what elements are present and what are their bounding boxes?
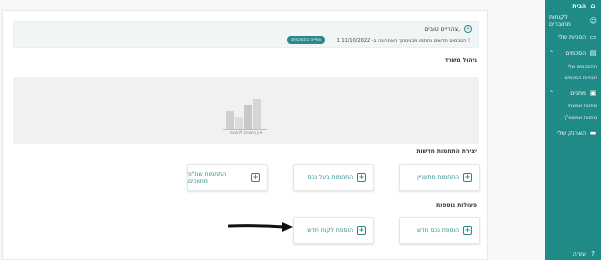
sidebar-subitem-label: ההסכמים שלי [567,64,597,70]
wallet-icon: ▬ [589,128,597,137]
view-agreements-button[interactable]: צפייה בהסכמים [287,36,325,44]
document-icon: ▤ [589,48,597,57]
inbox-icon: ▭ [589,32,597,41]
users-icon: ☺ [589,16,597,25]
sidebar-item-label: עזרה [572,250,586,258]
plus-icon: + [357,226,366,235]
sidebar-item-label: לקוחות מחוברים [549,14,571,28]
sidebar-item-label: הבית [572,2,586,10]
agreement-owner-button[interactable]: התחמות בעל נכס + [293,164,374,191]
sidebar-item-agreements[interactable]: ⌃ הסכמים ▤ [549,47,597,59]
plus-icon: + [357,173,366,182]
sidebar-item-wallet[interactable]: הארנק שלי ▬ [549,127,597,139]
plus-icon: + [463,173,472,182]
sidebar-subitem-label: מתנות שמשמ"ך [563,115,597,121]
button-label: התחמות מתעניין [417,174,459,181]
agreement-brokers-button[interactable]: התחמות שת"פ מתווכים + [187,164,268,191]
plus-icon: + [463,226,472,235]
add-client-button[interactable]: הוספת לקוח חדש + [293,217,374,244]
sidebar-subitem-templates[interactable]: תבניות הסכמים [549,73,597,83]
annotation-arrow-icon [228,222,293,232]
sidebar-item-label: הסכמים [565,49,586,57]
button-label: הוספת נכס חדש [417,227,459,234]
sidebar-subitem-label: תבניות הסכמים [564,75,597,81]
empty-state-text: אין נתונים להצגה [229,131,263,136]
sidebar-item-label: הפניות שלי [558,33,586,41]
section-title-new-agreements: יצירת התחמות חדשות [416,148,477,155]
sidebar-item-label: הארנק שלי [557,129,586,137]
agreement-interested-button[interactable]: התחמות מתעניין + [399,164,480,191]
button-label: הוספת לקוח חדש [307,227,353,234]
sidebar-item-gifts[interactable]: ⌃ מתנים ▣ [549,87,597,99]
empty-chart-icon [223,99,267,130]
greeting-card: + צהריים טובים, 1 הסכמים חדשים נחתמו מכנ… [13,21,479,48]
greeting-text: צהריים טובים, [424,26,460,33]
app-window: הבית ⌂ לקוחות מחוברים ☺ הפניות שלי ▭ ⌃ ה… [0,0,601,260]
section-title-more-actions: פעולות נוספות [436,202,477,209]
sidebar-item-my-requests[interactable]: הפניות שלי ▭ [549,31,597,43]
sidebar-subitem-gifts-found[interactable]: מתנות שמצתי [549,101,597,111]
sidebar: הבית ⌂ לקוחות מחוברים ☺ הפניות שלי ▭ ⌃ ה… [545,0,601,260]
add-property-button[interactable]: הוספת נכס חדש + [399,217,480,244]
sidebar-item-help[interactable]: עזרה ? [549,248,597,260]
chevron-up-icon: ⌃ [549,49,555,57]
button-label: התחמות שת"פ מתווכים [188,170,227,185]
plus-icon[interactable]: + [464,25,472,33]
sidebar-subitem-gifts-used[interactable]: מתנות שמשמ"ך [549,113,597,123]
sidebar-item-label: מתנים [570,89,586,97]
button-label: התחמות בעל נכס [307,174,353,181]
help-icon: ? [591,249,595,258]
greeting-info: 1 הסכמים חדשים נחתמו מכניסתך האחרונה ב- … [336,38,470,44]
gift-icon: ▣ [589,88,597,97]
section-title-office: ניהול משרד [444,57,477,64]
sidebar-subitem-label: מתנות שמצתי [567,103,597,109]
sidebar-item-home[interactable]: הבית ⌂ [549,0,597,12]
dashboard-empty-state: אין נתונים להצגה [13,77,479,144]
chevron-up-icon: ⌃ [549,89,555,97]
sidebar-subitem-my-agreements[interactable]: ההסכמים שלי [549,62,597,72]
plus-icon: + [251,173,260,182]
home-icon: ⌂ [590,1,596,10]
sidebar-item-connected-clients[interactable]: לקוחות מחוברים ☺ [549,14,597,28]
